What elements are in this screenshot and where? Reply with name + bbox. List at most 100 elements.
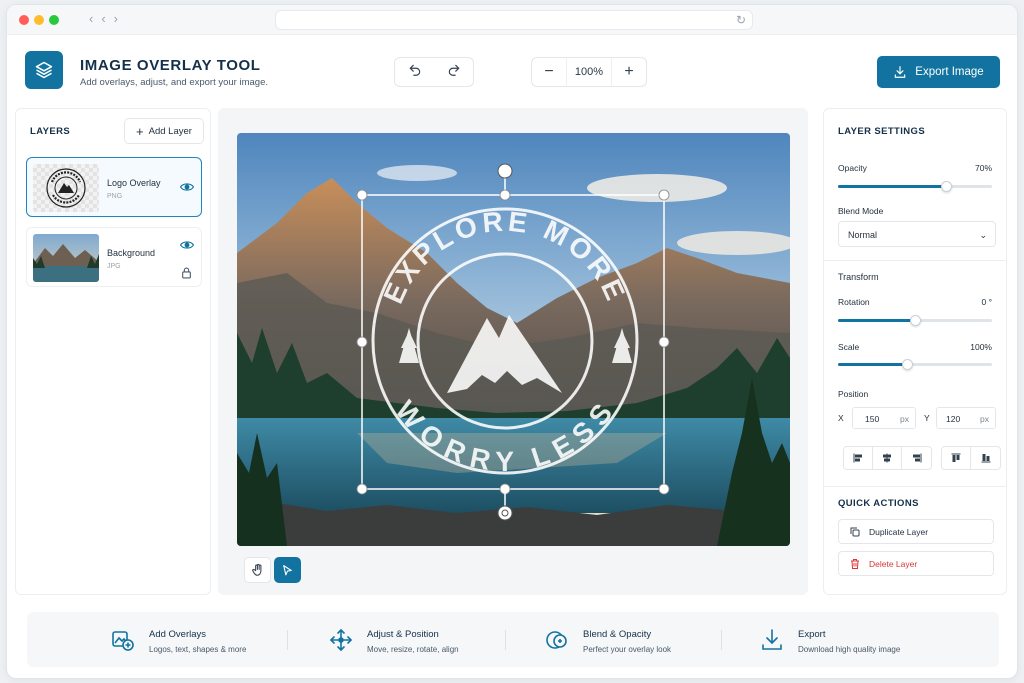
eye-icon[interactable] [179, 180, 195, 198]
add-layer-label: Add Layer [148, 125, 192, 137]
download-icon [895, 66, 906, 78]
quick-actions-title: QUICK ACTIONS [838, 498, 919, 509]
maximize-window-button[interactable] [49, 15, 59, 25]
position-y-input[interactable]: 120 px [936, 407, 996, 429]
zoom-out-button[interactable]: − [532, 63, 566, 81]
align-center-icon[interactable] [873, 447, 902, 469]
background-thumbnail [33, 234, 99, 282]
horizontal-align-group [843, 446, 932, 470]
cursor-arrow-icon [283, 564, 292, 575]
zoom-in-button[interactable]: + [612, 63, 646, 81]
scale-value: 100% [970, 342, 992, 352]
rotation-value: 0 ° [981, 297, 993, 307]
canvas-area: EXPLORE MORE WORRY LESS [218, 108, 808, 595]
align-right-icon[interactable] [902, 447, 931, 469]
opacity-slider[interactable] [838, 181, 992, 192]
browser-chrome: ‹‹› ↻ [7, 5, 1017, 35]
layer-settings-title: LAYER SETTINGS [838, 126, 926, 137]
logo-thumbnail [33, 164, 99, 212]
nav-arrows[interactable]: ‹‹› [89, 11, 126, 26]
y-label: Y [924, 413, 930, 423]
feature-desc: Download high quality image [798, 645, 901, 654]
address-bar[interactable]: ↻ [275, 10, 753, 30]
duplicate-layer-button[interactable]: Duplicate Layer [838, 519, 994, 544]
rotation-label: Rotation [838, 297, 870, 307]
download-icon [760, 628, 784, 657]
undo-icon[interactable] [408, 63, 422, 82]
align-left-icon[interactable] [844, 447, 873, 469]
delete-layer-button[interactable]: Delete Layer [838, 551, 994, 576]
lock-icon[interactable] [181, 266, 192, 284]
feature-desc: Logos, text, shapes & more [149, 645, 247, 654]
divider [824, 486, 1006, 487]
feature-desc: Perfect your overlay look [583, 645, 672, 654]
reload-icon[interactable]: ↻ [736, 13, 746, 27]
position-y-value: 120 [946, 414, 961, 424]
scale-slider-handle[interactable] [902, 359, 914, 370]
blend-mode-label: Blend Mode [838, 206, 884, 216]
blend-mode-value: Normal [848, 230, 878, 240]
select-tool-button[interactable] [274, 557, 301, 583]
layer-settings-panel: LAYER SETTINGS Opacity 70% Blend Mode No… [823, 108, 1007, 595]
rotation-slider-handle[interactable] [910, 315, 921, 326]
divider [721, 630, 722, 650]
scale-slider[interactable] [838, 359, 992, 370]
divider [505, 630, 506, 650]
x-label: X [838, 413, 844, 423]
page-subtitle: Add overlays, adjust, and export your im… [80, 77, 268, 88]
canvas-image[interactable]: EXPLORE MORE WORRY LESS [237, 133, 790, 546]
position-x-input[interactable]: 150 px [852, 407, 916, 429]
layers-title: LAYERS [30, 126, 71, 137]
hand-tool-button[interactable] [244, 557, 271, 583]
close-window-button[interactable] [19, 15, 29, 25]
add-overlay-icon [111, 628, 135, 657]
scale-label: Scale [838, 342, 860, 352]
opacity-label: Opacity [838, 163, 867, 173]
feature-strip: Add Overlays Logos, text, shapes & more … [27, 612, 999, 667]
delete-label: Delete Layer [869, 558, 918, 569]
position-label: Position [838, 389, 869, 399]
unit-label: px [980, 414, 989, 424]
history-group [394, 57, 474, 87]
redo-icon[interactable] [447, 63, 461, 82]
app-header: IMAGE OVERLAY TOOL Add overlays, adjust,… [7, 35, 1017, 107]
hand-icon [251, 563, 261, 576]
opacity-slider-handle[interactable] [940, 181, 952, 192]
layers-logo-icon [25, 51, 63, 89]
plus-icon: + [136, 123, 144, 139]
rotation-slider-fill [838, 319, 915, 322]
layer-item-background[interactable]: Background JPG [26, 227, 202, 287]
add-layer-button[interactable]: + Add Layer [124, 118, 204, 144]
rotation-slider[interactable] [838, 315, 992, 326]
eye-icon[interactable] [179, 238, 195, 256]
app-window: ‹‹› ↻ IMAGE OVERLAY TOOL Add overlays, a… [6, 4, 1018, 679]
export-label: Export Image [915, 66, 984, 78]
feature-title: Add Overlays [149, 629, 207, 640]
layers-panel: LAYERS + Add Layer Logo Overlay PNG Back… [15, 108, 211, 595]
opacity-slider-fill [838, 185, 946, 188]
divider [287, 630, 288, 650]
zoom-control: − 100% + [531, 57, 647, 87]
layer-item-logo-overlay[interactable]: Logo Overlay PNG [26, 157, 202, 217]
blend-mode-select[interactable]: Normal ⌄ [838, 221, 996, 247]
blend-icon [545, 628, 569, 657]
duplicate-label: Duplicate Layer [869, 526, 929, 537]
transform-title: Transform [838, 272, 879, 282]
opacity-value: 70% [974, 163, 992, 173]
trash-icon [851, 558, 859, 569]
scale-slider-fill [838, 363, 908, 366]
vertical-align-group [941, 446, 1001, 470]
divider [824, 260, 1006, 261]
export-image-button[interactable]: Export Image [877, 56, 1000, 88]
minimize-window-button[interactable] [34, 15, 44, 25]
align-bottom-icon[interactable] [971, 447, 1000, 469]
zoom-level: 100% [566, 57, 612, 87]
unit-label: px [900, 414, 909, 424]
feature-title: Blend & Opacity [583, 629, 652, 640]
layer-name: Background [107, 248, 156, 258]
page-title: IMAGE OVERLAY TOOL [80, 57, 261, 74]
layer-type: JPG [107, 263, 121, 270]
align-top-icon[interactable] [942, 447, 971, 469]
feature-title: Adjust & Position [367, 629, 439, 640]
layer-type: PNG [107, 193, 123, 200]
